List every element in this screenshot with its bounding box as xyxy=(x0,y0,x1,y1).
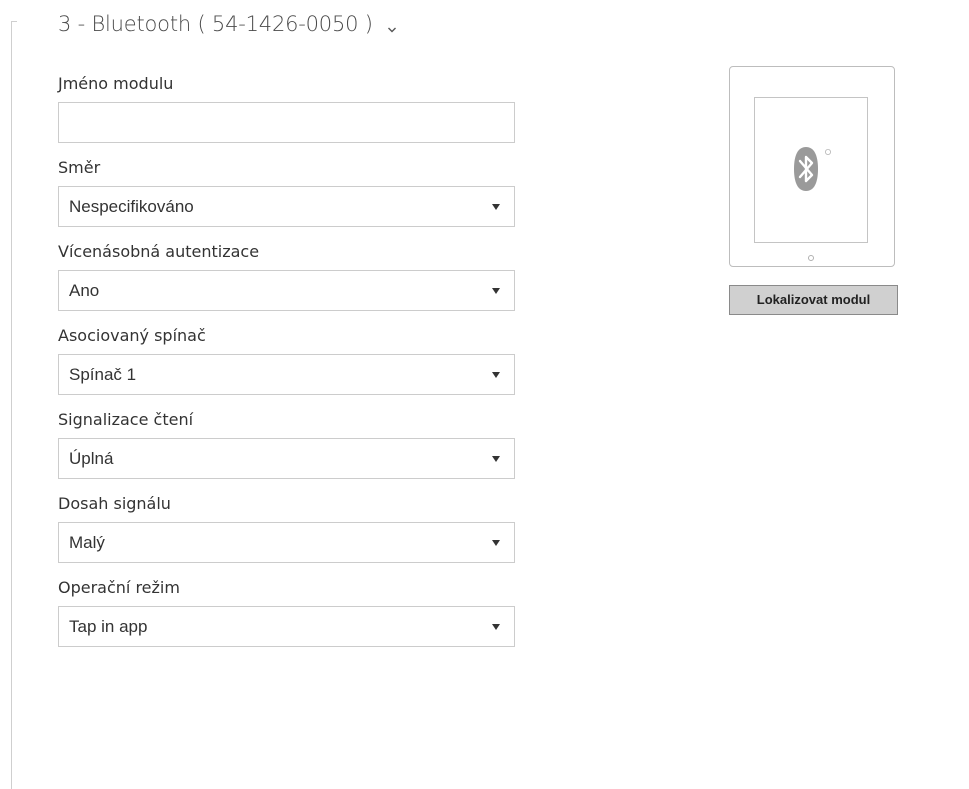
locate-module-button[interactable]: Lokalizovat modul xyxy=(729,285,898,315)
section-frame-line xyxy=(11,21,12,789)
associated-switch-label: Asociovaný spínač xyxy=(58,326,206,345)
associated-switch-value: Spínač 1 xyxy=(69,365,137,384)
read-signalling-label: Signalizace čtení xyxy=(58,410,194,429)
dropdown-arrow-icon xyxy=(492,624,500,630)
signal-range-group: Dosah signálu Malý xyxy=(58,486,515,563)
section-title: 3 - Bluetooth ( 54-1426-0050 ) xyxy=(58,12,373,36)
read-signalling-select[interactable]: Úplná xyxy=(58,438,515,479)
dropdown-arrow-icon xyxy=(492,540,500,546)
operation-mode-select[interactable]: Tap in app xyxy=(58,606,515,647)
module-preview-screen xyxy=(754,97,868,243)
module-indicator-led xyxy=(808,255,814,261)
direction-label: Směr xyxy=(58,158,101,177)
read-signalling-group: Signalizace čtení Úplná xyxy=(58,402,515,479)
associated-switch-select[interactable]: Spínač 1 xyxy=(58,354,515,395)
chevron-down-icon[interactable] xyxy=(387,20,397,33)
bluetooth-icon xyxy=(794,147,832,191)
direction-group: Směr Nespecifikováno xyxy=(58,150,515,227)
multi-auth-value: Ano xyxy=(69,281,100,300)
dropdown-arrow-icon xyxy=(492,288,500,294)
multi-auth-select[interactable]: Ano xyxy=(58,270,515,311)
module-name-input[interactable] xyxy=(58,102,515,143)
associated-switch-group: Asociovaný spínač Spínač 1 xyxy=(58,318,515,395)
section-header[interactable]: 3 - Bluetooth ( 54-1426-0050 ) xyxy=(58,8,397,40)
operation-mode-group: Operační režim Tap in app xyxy=(58,570,515,647)
module-settings-form: Jméno modulu Směr Nespecifikováno Vícená… xyxy=(58,66,515,654)
module-preview xyxy=(729,66,895,267)
direction-value: Nespecifikováno xyxy=(69,197,194,216)
module-name-group: Jméno modulu xyxy=(58,66,515,143)
operation-mode-value: Tap in app xyxy=(69,617,148,636)
multi-auth-group: Vícenásobná autentizace Ano xyxy=(58,234,515,311)
module-name-label: Jméno modulu xyxy=(58,74,174,93)
dropdown-arrow-icon xyxy=(492,456,500,462)
signal-range-select[interactable]: Malý xyxy=(58,522,515,563)
read-signalling-value: Úplná xyxy=(69,449,114,468)
signal-range-value: Malý xyxy=(69,533,105,552)
section-frame-tick xyxy=(11,21,17,22)
dropdown-arrow-icon xyxy=(492,204,500,210)
signal-range-label: Dosah signálu xyxy=(58,494,171,513)
multi-auth-label: Vícenásobná autentizace xyxy=(58,242,260,261)
dropdown-arrow-icon xyxy=(492,372,500,378)
direction-select[interactable]: Nespecifikováno xyxy=(58,186,515,227)
operation-mode-label: Operační režim xyxy=(58,578,180,597)
